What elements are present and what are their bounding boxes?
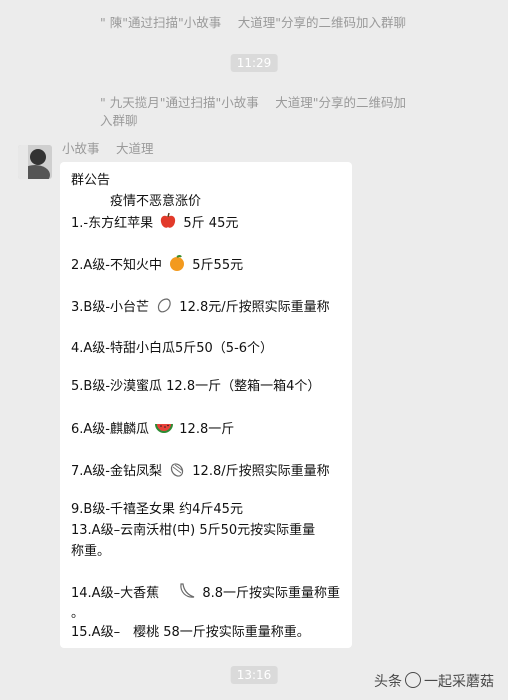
item-line: 9.B级-千禧圣女果 约4斤45元 [71,502,243,517]
item-line: 15.A级– 樱桃 58一斤按实际重量称重。 [71,625,310,640]
announcement-title: 群公告 [71,173,111,188]
message-bubble[interactable]: 群公告 疫情不恶意涨价 1.-东方红苹果 5斤 45元 2.A级-不知火中 5斤… [60,162,352,648]
pineapple-emoji [168,460,186,485]
announcement-subtitle: 疫情不恶意涨价 [71,194,202,209]
item-line: 7.A级-金钻凤梨 12.8/斤按照实际重量称 [71,460,346,485]
item-line: 6.A级-麒麟瓜 12.8一斤 [71,418,346,443]
system-message-join-2-line2: 入群聊 [100,113,138,128]
item-price: 12.8/斤按照实际重量称 [192,464,330,479]
item-line: 4.A级-特甜小白瓜5斤50（5-6个） [71,341,274,356]
sender-name: 小故事 大道理 [62,141,154,156]
orange-emoji [168,254,186,279]
item-price: 12.8一斤 [179,422,235,437]
watermelon-emoji [155,418,174,443]
watermark-handle: 一起采蘑菇 [424,674,494,690]
item-line: 1.-东方红苹果 5斤 45元 [71,212,346,237]
watermark: 头条 一起采蘑菇 [374,672,494,692]
item-text: 1.-东方红苹果 [71,216,154,231]
item-price: 12.8元/斤按照实际重量称 [179,300,330,315]
item-line: 。 [71,606,85,621]
apple-emoji [159,212,177,237]
system-message-join-2: " 九天揽月"通过扫描"小故事 大道理"分享的二维码加 入群聊 [100,94,420,130]
item-text: 3.B级-小台芒 [71,300,150,315]
mango-emoji [155,296,173,321]
item-price: 8.8一斤按实际重量称重 [202,586,341,601]
item-line: 5.B级-沙漠蜜瓜 12.8一斤（整箱一箱4个） [71,379,321,394]
system-message-join-1: " 陳"通过扫描"小故事 大道理"分享的二维码加入群聊 [100,15,406,30]
item-text: 6.A级-麒麟瓜 [71,422,149,437]
item-line: 13.A级–云南沃柑(中) 5斤50元按实际重量 [71,523,316,538]
watermark-prefix: 头条 [374,674,402,690]
item-text: 7.A级-金钻凤梨 [71,464,162,479]
item-text: 14.A级–大香蕉 [71,586,173,601]
system-message-join-2-line1: " 九天揽月"通过扫描"小故事 大道理"分享的二维码加 [100,95,406,110]
avatar[interactable] [18,145,52,179]
item-line: 称重。 [71,544,111,559]
item-price: 5斤55元 [192,258,244,273]
item-text: 2.A级-不知火中 [71,258,162,273]
timestamp: 13:16 [230,666,278,684]
item-price: 5斤 45元 [183,216,239,231]
item-line: 3.B级-小台芒 12.8元/斤按照实际重量称 [71,296,346,321]
at-icon [405,672,421,688]
avatar-image [18,145,52,179]
timestamp: 11:29 [230,54,278,72]
item-line: 2.A级-不知火中 5斤55元 [71,254,346,279]
